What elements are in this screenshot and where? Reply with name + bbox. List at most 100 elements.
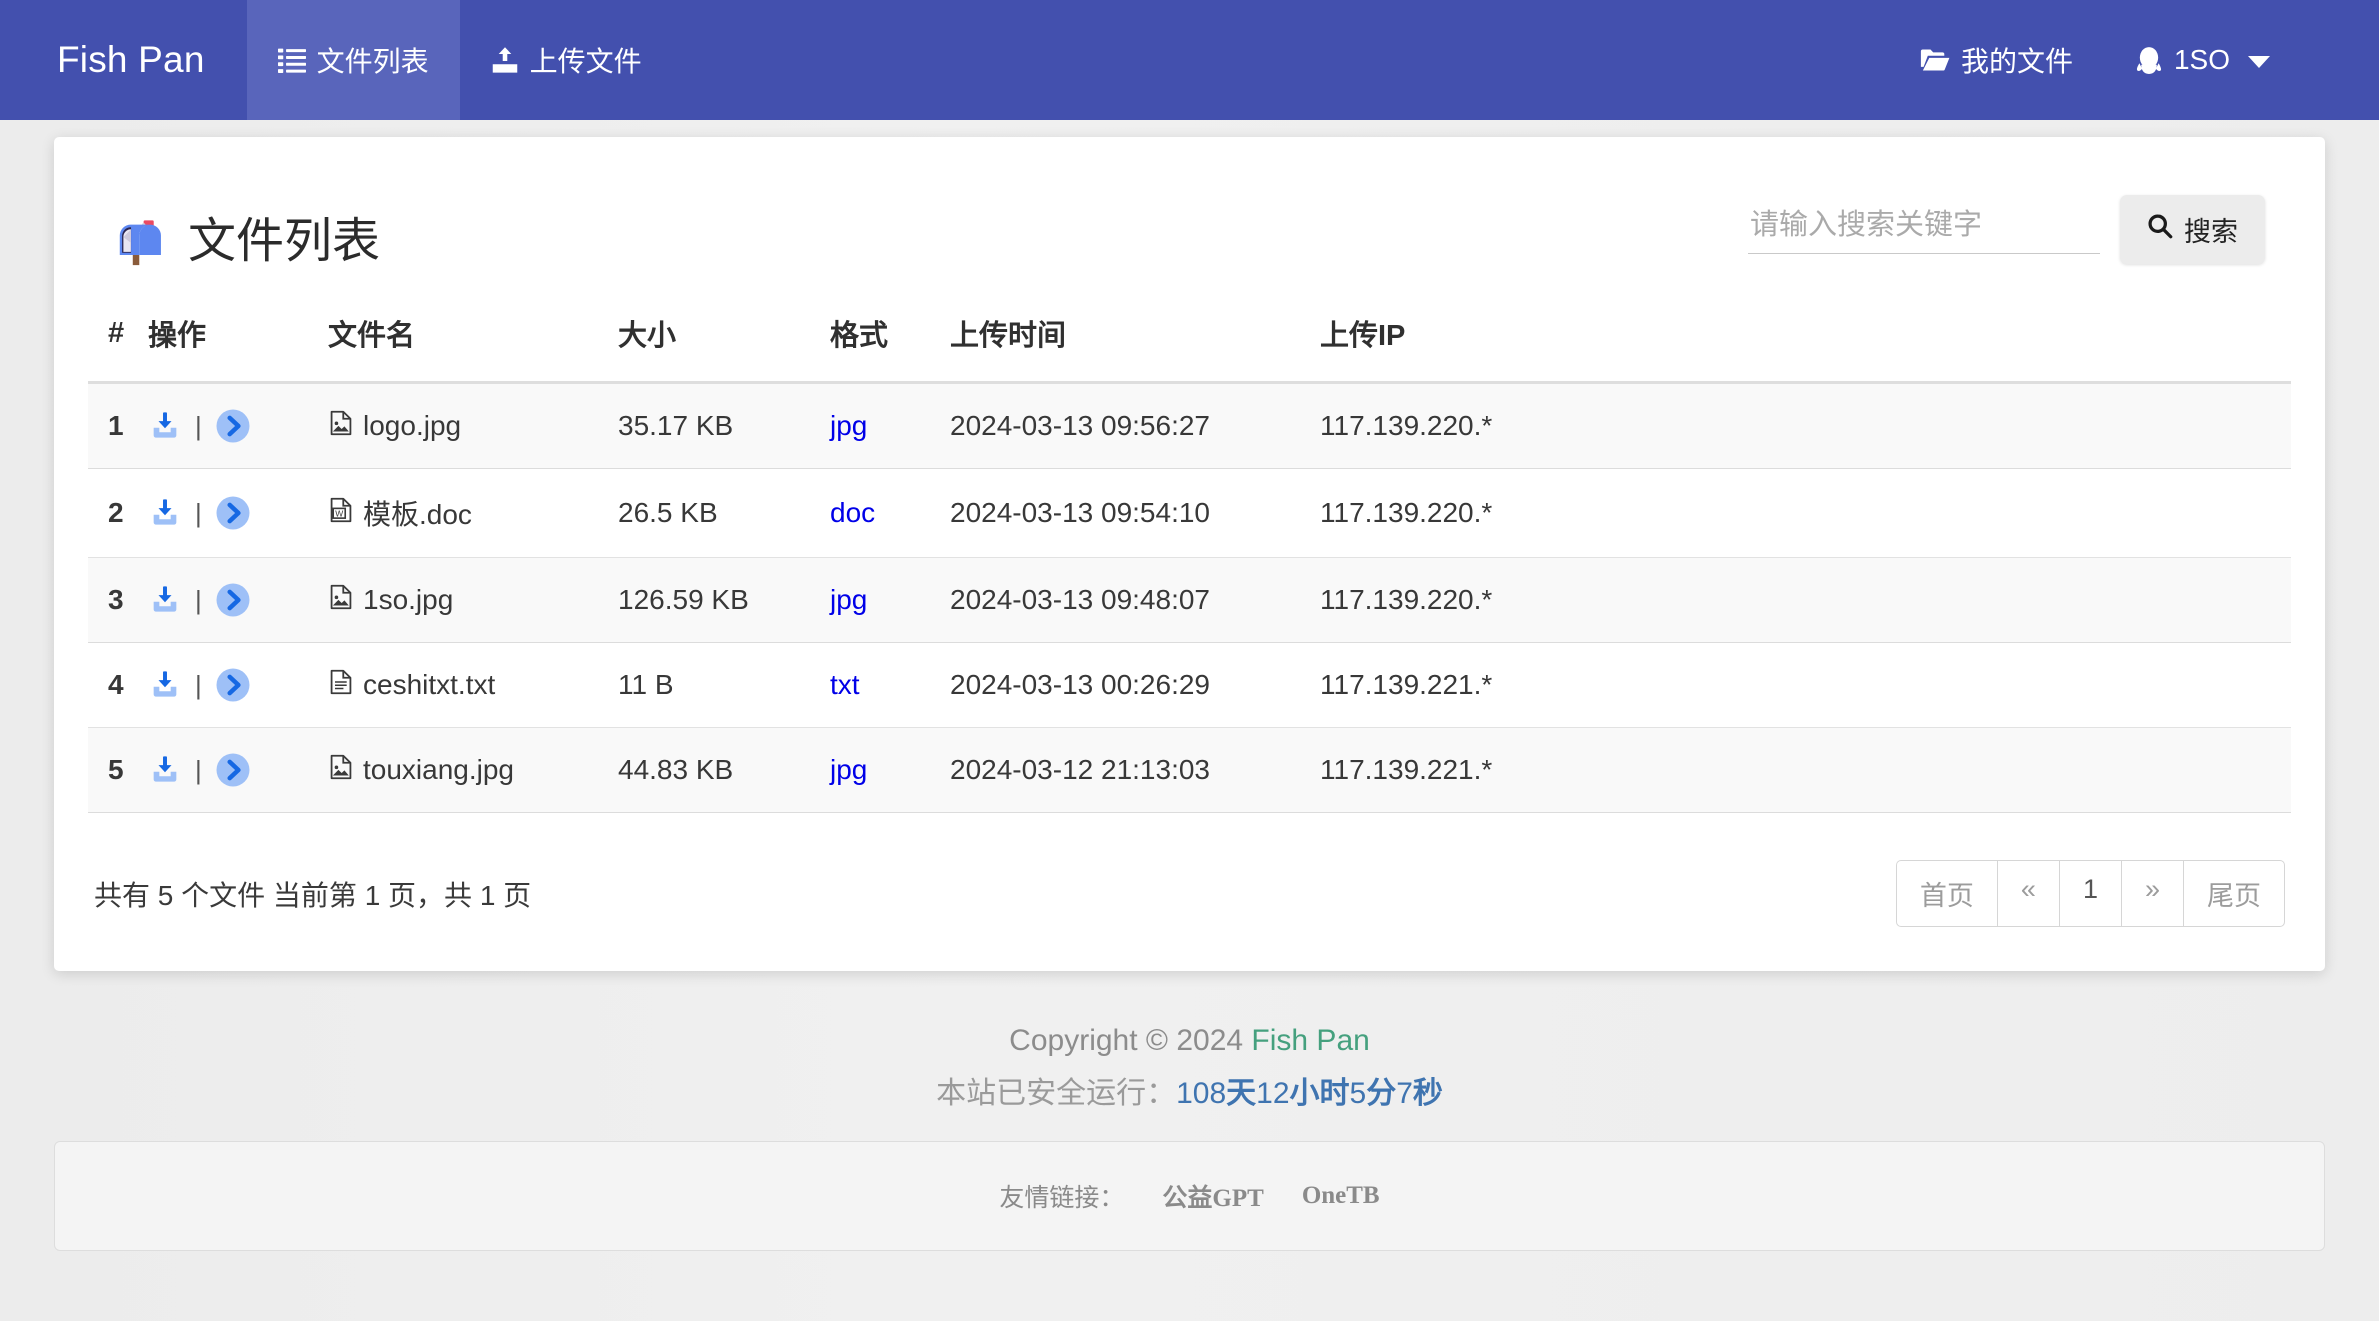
uptime-value: 108天12小时5分7秒 (1176, 1077, 1443, 1110)
download-icon[interactable] (148, 753, 182, 787)
cell-actions: | (148, 642, 328, 728)
action-separator: | (195, 755, 202, 785)
footer-brand-link[interactable]: Fish Pan (1251, 1024, 1369, 1057)
cell-filename: logo.jpg (328, 382, 618, 469)
cell-format: jpg (830, 557, 950, 643)
action-separator: | (195, 498, 202, 528)
text-file-icon (328, 669, 354, 702)
nav-item-file-list[interactable]: 文件列表 (246, 0, 460, 120)
uptime-minutes-unit: 分 (1366, 1076, 1397, 1110)
cell-upload-ip: 117.139.220.* (1320, 382, 2291, 469)
cell-format: jpg (830, 382, 950, 469)
format-link[interactable]: doc (830, 497, 875, 528)
friendly-link-gptgy[interactable]: 公益GPT (1162, 1178, 1263, 1214)
cell-index: 1 (88, 382, 148, 469)
brand-logo[interactable]: Fish Pan (0, 0, 247, 120)
download-icon[interactable] (148, 496, 182, 530)
cell-actions: | (148, 382, 328, 469)
cell-size: 126.59 KB (618, 557, 830, 643)
table-row: 4 | ceshitxt.txt 11 Btxt 2024-03-13 00:26:29… (88, 642, 2291, 728)
format-link[interactable]: jpg (830, 410, 867, 441)
download-icon[interactable] (148, 668, 182, 702)
pagination-next-page[interactable]: » (2120, 860, 2183, 927)
cell-upload-ip: 117.139.221.* (1320, 727, 2291, 813)
uptime-days-unit: 天 (1226, 1076, 1257, 1110)
uptime-label: 本站已安全运行： (936, 1076, 1177, 1110)
nav-item-label: 上传文件 (529, 46, 642, 77)
cell-upload-time: 2024-03-13 09:48:07 (950, 557, 1320, 643)
format-link[interactable]: jpg (830, 754, 867, 785)
cell-filename: 1so.jpg (328, 557, 618, 643)
site-footer: Copyright © 2024 Fish Pan 本站已安全运行：108天12… (0, 1017, 2379, 1118)
pagination-last-page[interactable]: 尾页 (2183, 860, 2285, 927)
cell-actions: | (148, 557, 328, 643)
cell-actions: | (148, 727, 328, 813)
search-input[interactable] (1748, 205, 2100, 254)
pagination-first-page[interactable]: 首页 (1895, 860, 1997, 927)
mailbox-icon (114, 216, 166, 268)
filename-label: touxiang.jpg (363, 754, 515, 785)
upload-icon (491, 46, 519, 74)
cell-size: 11 B (618, 642, 830, 728)
cell-filename: W 模板.doc (328, 468, 618, 558)
list-icon (277, 46, 306, 74)
search-button-label: 搜索 (2184, 217, 2238, 247)
cell-index: 4 (88, 642, 148, 728)
cell-actions: | (148, 468, 328, 558)
download-icon[interactable] (148, 409, 182, 443)
table-row: 3 | 1so.jpg 126.59 KB jpg 2024-03-13 09:48:07… (88, 557, 2291, 643)
user-menu[interactable]: 1SO (2104, 0, 2301, 120)
cell-upload-ip: 117.139.220.* (1320, 468, 2291, 558)
header-index: # (88, 304, 148, 384)
navbar-left-group: Fish Pan 文件列表 上传文件 (0, 0, 673, 120)
title-block: 文件列表 (114, 216, 380, 268)
header-format: 格式 (830, 304, 950, 384)
qq-penguin-icon (2135, 45, 2163, 75)
page-title: 文件列表 (188, 215, 381, 268)
filename-label: 模板.doc (363, 499, 472, 530)
header-time: 上传时间 (950, 304, 1320, 384)
image-file-icon (328, 584, 354, 617)
cell-size: 44.83 KB (618, 727, 830, 813)
pagination-page-number[interactable]: 1 (2058, 860, 2121, 927)
cell-format: doc (830, 468, 950, 558)
friendly-links-label: 友情链接： (999, 1185, 1125, 1213)
header-actions: 操作 (148, 304, 328, 384)
forward-icon[interactable] (215, 667, 251, 703)
nav-item-upload[interactable]: 上传文件 (460, 0, 673, 120)
table-row: 2 | W 模板.doc 26.5 KB doc 2024-03-13 09:54:10 11… (88, 468, 2291, 558)
nav-item-label: 我的文件 (1960, 46, 2073, 77)
file-table-body: 1 | logo.jpg 35.17 KB jpg 2024-03-13 09:56:27… (88, 382, 2291, 813)
download-icon[interactable] (148, 583, 182, 617)
forward-icon[interactable] (215, 582, 251, 618)
cell-upload-time: 2024-03-13 00:26:29 (950, 642, 1320, 728)
folder-open-icon (1920, 47, 1950, 73)
chevron-down-icon (2248, 56, 2270, 68)
card-header: 文件列表 搜索 (88, 177, 2291, 268)
forward-icon[interactable] (215, 408, 251, 444)
word-file-icon: W (328, 497, 354, 530)
header-size: 大小 (618, 304, 830, 384)
cell-index: 5 (88, 727, 148, 813)
format-link[interactable]: txt (830, 669, 860, 700)
header-filename: 文件名 (328, 304, 618, 384)
friendly-link-onetb[interactable]: OneTB (1302, 1182, 1380, 1210)
cell-size: 35.17 KB (618, 382, 830, 469)
copyright-text: Copyright © 2024 (1009, 1024, 1252, 1057)
action-separator: | (195, 670, 202, 700)
pagination: 首页 «1» 尾页 (1895, 860, 2285, 927)
uptime-hours-unit: 小时 (1289, 1076, 1350, 1110)
uptime-hours: 12 (1256, 1076, 1290, 1110)
table-row: 1 | logo.jpg 35.17 KB jpg 2024-03-13 09:56:27… (88, 382, 2291, 469)
forward-icon[interactable] (215, 495, 251, 531)
format-link[interactable]: jpg (830, 584, 867, 615)
nav-item-my-files[interactable]: 我的文件 (1889, 0, 2104, 120)
cell-filename: ceshitxt.txt (328, 642, 618, 728)
file-list-card: 文件列表 搜索 # 操作 文件名 (54, 137, 2325, 971)
search-button[interactable]: 搜索 (2120, 195, 2265, 264)
cell-format: txt (830, 642, 950, 728)
friendly-links-box: 友情链接： 公益GPT OneTB (54, 1141, 2325, 1252)
pagination-prev-page[interactable]: « (1996, 860, 2059, 927)
forward-icon[interactable] (215, 752, 251, 788)
search-block: 搜索 (1748, 195, 2265, 268)
